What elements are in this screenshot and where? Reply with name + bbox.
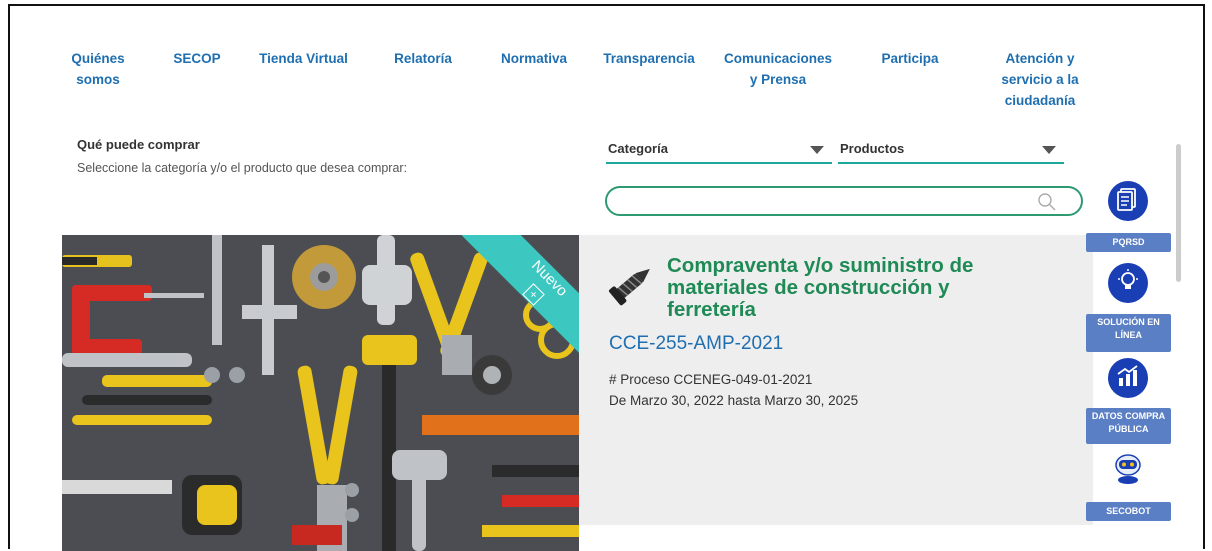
screw-icon — [607, 257, 659, 314]
category-select-label: Categoría — [608, 141, 668, 156]
pqrsd-shortcut[interactable] — [1108, 181, 1148, 221]
buy-section-title: Qué puede comprar — [77, 137, 200, 152]
products-select[interactable]: Productos — [838, 140, 1064, 164]
secobot-label[interactable]: SECOBOT — [1086, 502, 1171, 521]
nav-item-tienda-virtual[interactable]: Tienda Virtual — [251, 48, 356, 69]
agreement-title: Compraventa y/o suministro de materiales… — [667, 254, 974, 321]
datos-shortcut[interactable] — [1108, 358, 1148, 398]
featured-agreement-card[interactable]: Compraventa y/o suministro de materiales… — [579, 235, 1093, 525]
datos-label[interactable]: DATOS COMPRA PÚBLICA — [1086, 408, 1171, 444]
nav-item-transparencia[interactable]: Transparencia — [597, 48, 701, 69]
robot-icon — [1110, 451, 1146, 490]
document-icon — [1117, 187, 1139, 216]
nav-item-atencion[interactable]: Atención y servicio a la ciudadanía — [995, 48, 1085, 111]
tools-illustration — [62, 235, 579, 551]
nav-item-quienes-somos[interactable]: Quiénes somos — [48, 48, 148, 90]
products-select-label: Productos — [840, 141, 905, 156]
page-frame: Quiénes somos SECOP Tienda Virtual Relat… — [8, 4, 1205, 551]
chart-icon — [1116, 364, 1140, 393]
agreement-code[interactable]: CCE-255-AMP-2021 — [609, 333, 783, 355]
pqrsd-label[interactable]: PQRSD — [1086, 233, 1171, 252]
scrollbar[interactable] — [1176, 144, 1181, 282]
plus-icon: + — [522, 283, 545, 306]
product-search — [605, 186, 1083, 216]
solucion-label[interactable]: SOLUCIÓN EN LÍNEA — [1086, 314, 1171, 352]
nav-item-comunicaciones[interactable]: Comunicaciones y Prensa — [722, 48, 834, 90]
search-input[interactable] — [621, 192, 1025, 212]
chevron-down-icon — [1042, 146, 1056, 154]
validity-dates: De Marzo 30, 2022 hasta Marzo 30, 2025 — [609, 393, 859, 408]
nav-item-participa[interactable]: Participa — [870, 48, 950, 69]
secobot-shortcut[interactable] — [1108, 450, 1148, 490]
tools-image[interactable]: Nuevo + — [62, 235, 579, 551]
buy-section-subtitle: Seleccione la categoría y/o el producto … — [77, 161, 408, 175]
main-nav: Quiénes somos SECOP Tienda Virtual Relat… — [10, 48, 1110, 118]
nav-item-secop[interactable]: SECOP — [162, 48, 232, 69]
nav-item-normativa[interactable]: Normativa — [492, 48, 576, 69]
category-select[interactable]: Categoría — [606, 140, 832, 164]
lightbulb-icon — [1116, 268, 1140, 298]
search-icon[interactable] — [1037, 192, 1057, 217]
nav-item-relatoria[interactable]: Relatoría — [383, 48, 463, 69]
solucion-shortcut[interactable] — [1108, 263, 1148, 303]
chevron-down-icon — [810, 146, 824, 154]
process-number: # Proceso CCENEG-049-01-2021 — [609, 372, 813, 387]
